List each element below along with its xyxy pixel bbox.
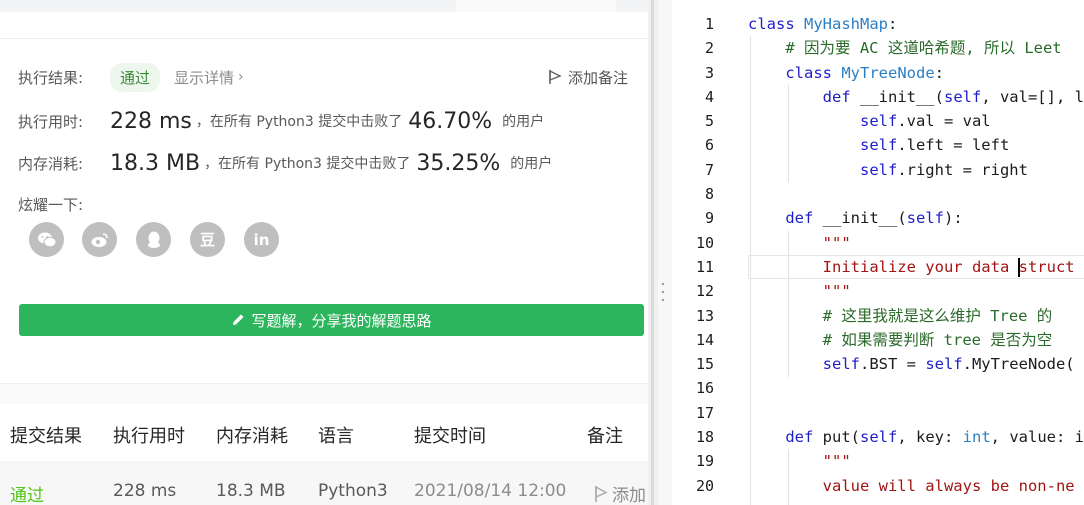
line-number: 3 <box>704 63 714 82</box>
code-line[interactable] <box>748 401 1084 425</box>
line-number: 2 <box>704 39 714 58</box>
line-number: 4 <box>704 87 714 106</box>
qq-icon[interactable] <box>136 222 171 257</box>
code-line[interactable]: # 如果需要判断 tree 是否为空 <box>748 328 1084 352</box>
flag-icon <box>549 69 562 84</box>
code-line[interactable] <box>748 182 1084 206</box>
runtime-text: ，在所有 Python3 提交中击败了 <box>195 114 403 130</box>
share-label: 炫耀一下: <box>18 196 84 214</box>
code-line[interactable]: def __init__(self, val=[], l <box>748 85 1084 109</box>
line-number: 7 <box>704 160 714 179</box>
header-result[interactable]: 提交结果 <box>10 422 82 448</box>
pencil-icon <box>233 314 244 325</box>
line-number: 9 <box>704 209 714 228</box>
app-root: 执行结果: 通过 显示详情 › 添加备注 执行用时: 228 ms ，在所有 P… <box>0 0 1084 505</box>
result-panel: 执行结果: 通过 显示详情 › 添加备注 执行用时: 228 ms ，在所有 P… <box>0 0 648 505</box>
linkedin-glyph: in <box>253 230 270 249</box>
code-line[interactable]: self.BST = self.MyTreeNode( <box>748 352 1084 376</box>
divider <box>0 38 648 39</box>
grip-dot <box>662 283 664 285</box>
status-label: 执行结果: <box>18 68 84 87</box>
tab-stub[interactable] <box>456 0 616 12</box>
add-note-label: 添加备注 <box>568 68 629 87</box>
line-number: 6 <box>704 136 714 155</box>
flag-icon <box>595 485 608 502</box>
row-time: 2021/08/14 12:00 <box>414 481 567 501</box>
panel-resizer[interactable] <box>648 0 658 505</box>
line-number: 16 <box>695 379 714 398</box>
grip-dot <box>662 299 664 301</box>
header-language[interactable]: 语言 <box>318 422 354 448</box>
memory-row: 内存消耗: 18.3 MB ，在所有 Python3 提交中击败了 35.25%… <box>18 146 552 180</box>
top-tab-strip <box>0 0 648 12</box>
runtime-label: 执行用时: <box>18 112 84 131</box>
header-memory[interactable]: 内存消耗 <box>216 422 288 448</box>
memory-text: ，在所有 Python3 提交中击败了 <box>204 156 411 172</box>
code-lines[interactable]: class MyHashMap: # 因为要 AC 这道哈希题, 所以 Leet… <box>748 12 1084 498</box>
runtime-percent: 46.70% <box>408 108 493 134</box>
line-number: 5 <box>704 112 714 131</box>
line-number: 8 <box>704 185 714 204</box>
row-memory: 18.3 MB <box>216 481 286 501</box>
line-number: 18 <box>695 428 714 447</box>
douban-icon[interactable]: 豆 <box>190 222 225 257</box>
header-runtime[interactable]: 执行用时 <box>113 422 185 448</box>
memory-value: 18.3 MB <box>110 150 201 176</box>
code-line[interactable]: # 因为要 AC 这道哈希题, 所以 Leet <box>748 36 1084 60</box>
code-line[interactable]: self.val = val <box>748 109 1084 133</box>
runtime-row: 执行用时: 228 ms ，在所有 Python3 提交中击败了 46.70% … <box>18 104 544 138</box>
header-note: 备注 <box>587 426 623 447</box>
line-number: 19 <box>695 452 714 471</box>
details-link[interactable]: 显示详情 <box>174 67 234 88</box>
row-result[interactable]: 通过 <box>10 481 44 505</box>
code-line[interactable]: self.left = left <box>748 133 1084 157</box>
code-line[interactable]: # 这里我就是这么维护 Tree 的 <box>748 304 1084 328</box>
line-number-gutter: 1 2 3 4 5 6 7 8 9 10 11 12 13 14 15 16 17 18 19 20 <box>672 12 732 498</box>
memory-percent: 35.25% <box>416 150 501 176</box>
line-number: 1 <box>704 15 714 33</box>
memory-label: 内存消耗: <box>18 154 84 173</box>
runtime-suffix: 的用户 <box>502 114 545 130</box>
linkedin-icon[interactable]: in <box>244 222 279 257</box>
status-row: 执行结果: 通过 显示详情 › <box>18 60 244 94</box>
code-line[interactable]: Initialize your data struct <box>748 255 1084 279</box>
code-line[interactable]: value will always be non-ne <box>748 474 1084 498</box>
row-add-note[interactable]: 添加 <box>594 481 646 505</box>
code-line[interactable]: """ <box>748 449 1084 473</box>
row-language: Python3 <box>318 481 388 501</box>
code-line[interactable]: """ <box>748 231 1084 255</box>
section-gap <box>0 384 648 404</box>
code-line[interactable]: """ <box>748 279 1084 303</box>
code-line[interactable] <box>748 376 1084 400</box>
line-number: 11 <box>695 257 714 276</box>
chevron-right-icon[interactable]: › <box>238 69 244 85</box>
code-line[interactable]: class MyTreeNode: <box>748 61 1084 85</box>
code-line[interactable]: def put(self, key: int, value: i <box>748 425 1084 449</box>
code-editor[interactable]: 1 2 3 4 5 6 7 8 9 10 11 12 13 14 15 16 17 18 19 20 class My… <box>672 0 1084 505</box>
code-line[interactable]: def __init__(self): <box>748 206 1084 230</box>
line-number: 12 <box>695 282 714 301</box>
line-number: 20 <box>695 476 714 495</box>
row-add-note-label: 添加 <box>612 486 646 505</box>
code-line[interactable]: class MyHashMap: <box>748 12 1084 36</box>
header-time[interactable]: 提交时间 <box>414 422 486 448</box>
wechat-icon[interactable] <box>29 222 64 257</box>
line-number: 15 <box>695 355 714 374</box>
status-badge: 通过 <box>110 62 161 92</box>
write-solution-button[interactable]: 写题解，分享我的解题思路 <box>19 304 644 336</box>
runtime-value: 228 ms <box>110 108 192 134</box>
weibo-icon[interactable] <box>82 222 117 257</box>
line-number: 10 <box>695 233 714 252</box>
line-number: 14 <box>695 330 714 349</box>
line-number: 13 <box>695 306 714 325</box>
grip-dot <box>662 291 664 293</box>
line-number: 17 <box>695 403 714 422</box>
douban-glyph: 豆 <box>199 231 215 249</box>
add-note-button[interactable]: 添加备注 <box>548 64 628 90</box>
memory-suffix: 的用户 <box>510 156 553 172</box>
row-runtime: 228 ms <box>113 481 177 501</box>
code-line[interactable]: self.right = right <box>748 158 1084 182</box>
editor-margin <box>658 0 672 505</box>
write-solution-label: 写题解，分享我的解题思路 <box>251 311 432 330</box>
